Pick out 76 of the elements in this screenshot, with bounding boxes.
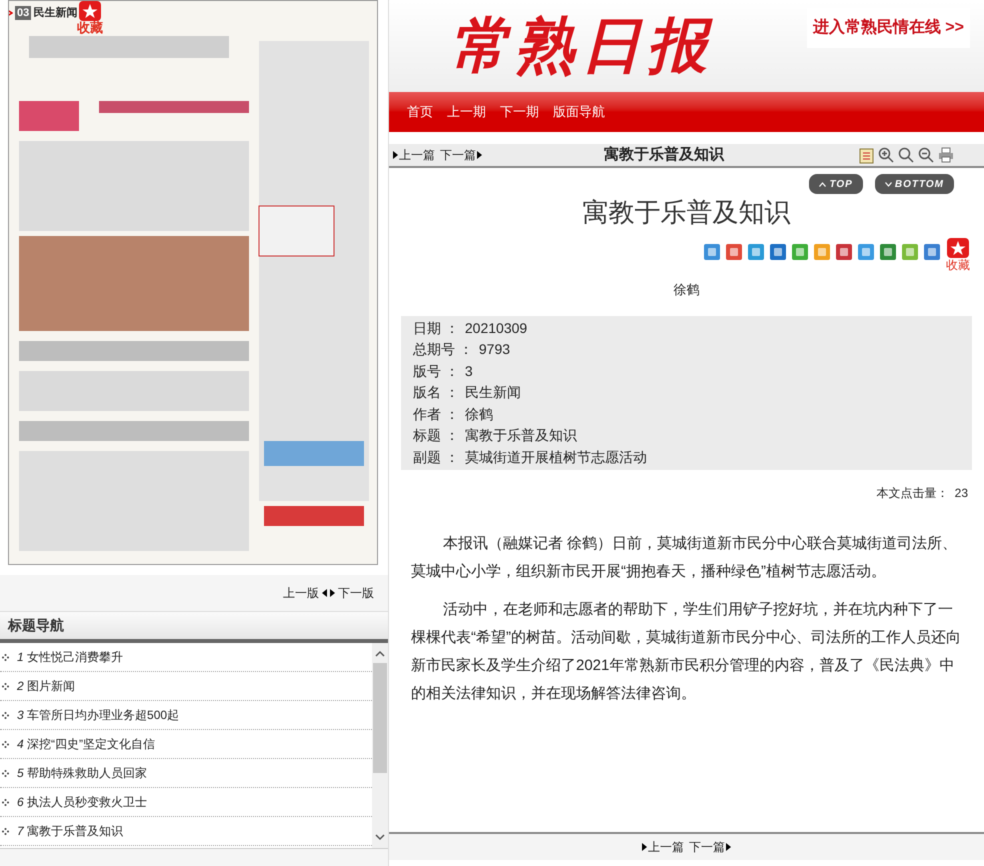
share-icon[interactable]	[726, 244, 742, 260]
info-label: 版号 ：	[413, 362, 459, 381]
info-value: 3	[464, 362, 473, 381]
headline-link[interactable]: 3 车管所日均办理业务超500起	[17, 706, 180, 724]
headline-link[interactable]: 5 帮助特殊救助人员回家	[17, 764, 148, 782]
menu-link[interactable]: 首页	[407, 102, 433, 122]
article-paragraph: 活动中，在老师和志愿者的帮助下，学生们用铲子挖好坑，并在坑内种下了一棵棵代表“希望”的树苗。活动间歇，莫城街道新市民分中心、司法所的工作人员还向新市民家长及学生介绍了2021年常熟新市民积分管理的内容，普及了《民法典》中的相关法律知识，并在现场解答法律咨询。	[411, 600, 962, 704]
share-icon[interactable]	[814, 244, 830, 260]
headline-link[interactable]: 1 女性悦己消费攀升	[17, 648, 124, 666]
share-icon[interactable]	[748, 244, 764, 260]
headline-link[interactable]: 6 执法人员秒变救火卫士	[17, 793, 148, 811]
triangle-icon	[726, 843, 731, 851]
info-label: 作者 ：	[413, 404, 459, 424]
share-icon[interactable]	[704, 244, 720, 260]
favorite-label[interactable]: 收藏	[946, 258, 970, 272]
triangle-icon	[642, 843, 647, 851]
page-number: 03	[15, 6, 32, 20]
hits-count: 23	[954, 485, 968, 502]
scroll-button[interactable]: BOTTOM	[874, 174, 954, 194]
search-icon[interactable]	[898, 146, 914, 162]
info-label: 标题 ：	[413, 426, 459, 446]
menu-link[interactable]: 上一期	[447, 102, 486, 122]
newspaper-logo: 常熟日报	[449, 12, 713, 81]
chevron-up-icon	[819, 182, 826, 186]
info-value: 徐鹤	[464, 404, 493, 424]
triangle-icon	[393, 151, 398, 159]
scrollbar[interactable]	[372, 643, 388, 848]
info-value: 莫城街道开展植树节志愿活动	[464, 448, 647, 467]
triangle-icon	[477, 151, 482, 159]
info-value: 寓教于乐普及知识	[464, 426, 577, 446]
share-icon[interactable]	[836, 244, 852, 260]
share-icon[interactable]	[902, 244, 918, 260]
share-icon[interactable]	[858, 244, 874, 260]
article-title: 寓教于乐普及知识	[582, 197, 792, 229]
diamond-dots-icon	[2, 828, 9, 834]
clipboard-icon[interactable]	[859, 146, 874, 164]
info-label: 日期 ：	[413, 318, 459, 338]
chevron-down-icon	[884, 182, 892, 186]
zoom-in-icon[interactable]	[878, 146, 894, 162]
previous-article-link[interactable]: 上一篇	[648, 838, 684, 856]
share-icon[interactable]	[924, 244, 940, 260]
nav-header: 标题导航	[0, 611, 388, 643]
info-label: 总期号 ：	[413, 340, 473, 360]
diamond-dots-icon	[2, 770, 9, 776]
previous-article-link[interactable]: 上一篇	[399, 146, 435, 164]
scroll-thumb[interactable]	[373, 663, 387, 773]
hits-label: 本文点击量：	[876, 485, 949, 502]
info-value: 20210309	[464, 318, 528, 338]
menu-link[interactable]: 下一期	[500, 102, 539, 122]
next-article-link[interactable]: 下一篇	[440, 146, 476, 164]
scroll-button[interactable]: TOP	[809, 174, 863, 194]
headline-link[interactable]: 7 寓教于乐普及知识	[17, 822, 124, 840]
diamond-dots-icon	[2, 682, 9, 690]
info-label: 版名 ：	[413, 383, 459, 402]
info-value: 9793	[478, 340, 510, 360]
next-page-link[interactable]: 下一版	[338, 584, 374, 602]
diamond-dots-icon	[2, 798, 9, 806]
share-icon[interactable]	[792, 244, 808, 260]
toolbar-title: 寓教于乐普及知识	[604, 144, 724, 165]
printer-icon[interactable]	[938, 146, 954, 162]
info-value: 民生新闻	[464, 383, 521, 402]
next-article-link[interactable]: 下一篇	[689, 838, 725, 856]
share-icon[interactable]	[880, 244, 896, 260]
diamond-dots-icon	[2, 712, 9, 718]
zoom-out-icon[interactable]	[918, 146, 934, 162]
share-icon[interactable]	[770, 244, 786, 260]
article-paragraph: 本报讯（融媒记者 徐鹤）日前，莫城街道新市民分中心联合莫城街道司法所、莫城中心小学，组织新市民开展“拥抱春天，播种绿色”植树节志愿活动。	[411, 534, 958, 582]
menu-link[interactable]: 版面导航	[553, 102, 605, 122]
headline-link[interactable]: 2 图片新闻	[17, 677, 76, 695]
previous-page-link[interactable]: 上一版	[283, 584, 319, 602]
favorite-label[interactable]: 收藏	[77, 21, 103, 35]
diamond-dots-icon	[2, 740, 9, 748]
info-label: 副题 ：	[413, 448, 459, 467]
diamond-dots-icon	[2, 654, 9, 660]
headline-link[interactable]: 4 深挖“四史”坚定文化自信	[17, 735, 156, 753]
author-name: 徐鹤	[672, 281, 700, 299]
